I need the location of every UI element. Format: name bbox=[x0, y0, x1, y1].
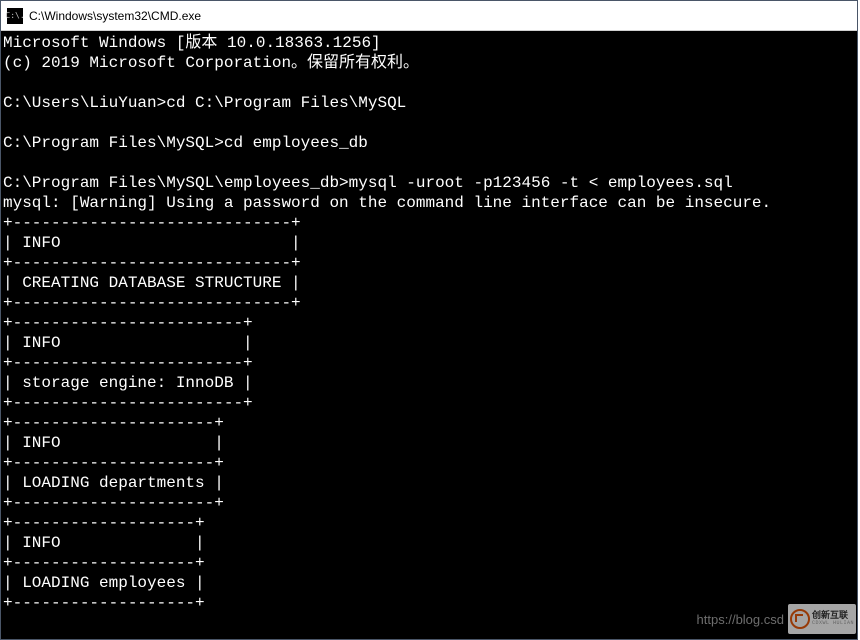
window-title: C:\Windows\system32\CMD.exe bbox=[29, 9, 201, 23]
table3-header: | INFO | bbox=[3, 434, 224, 452]
table2-header: | INFO | bbox=[3, 334, 253, 352]
prompt-3: C:\Program Files\MySQL\employees_db> bbox=[3, 174, 349, 192]
table3-row: | LOADING departments | bbox=[3, 474, 224, 492]
warning-line: mysql: [Warning] Using a password on the… bbox=[3, 194, 771, 212]
table4-border-top: +-------------------+ bbox=[3, 514, 205, 532]
table3-border-bottom: +---------------------+ bbox=[3, 494, 224, 512]
cmd-2: cd employees_db bbox=[224, 134, 368, 152]
table2-row: | storage engine: InnoDB | bbox=[3, 374, 253, 392]
table1-border-bottom: +-----------------------------+ bbox=[3, 294, 301, 312]
table2-border-mid: +------------------------+ bbox=[3, 354, 253, 372]
header-line-1: Microsoft Windows [版本 10.0.18363.1256] bbox=[3, 34, 381, 52]
table2-border-top: +------------------------+ bbox=[3, 314, 253, 332]
table3-border-mid: +---------------------+ bbox=[3, 454, 224, 472]
watermark: https://blog.csd 创新互联 CDXWL HULIAN bbox=[697, 604, 856, 634]
header-line-2: (c) 2019 Microsoft Corporation。保留所有权利。 bbox=[3, 54, 419, 72]
table1-border-mid: +-----------------------------+ bbox=[3, 254, 301, 272]
table4-border-bottom: +-------------------+ bbox=[3, 594, 205, 612]
table1-border-top: +-----------------------------+ bbox=[3, 214, 301, 232]
watermark-logo: 创新互联 CDXWL HULIAN bbox=[788, 604, 856, 634]
table2-border-bottom: +------------------------+ bbox=[3, 394, 253, 412]
titlebar[interactable]: C:\. C:\Windows\system32\CMD.exe bbox=[1, 1, 857, 31]
logo-circle-icon bbox=[790, 609, 810, 629]
prompt-1: C:\Users\LiuYuan> bbox=[3, 94, 166, 112]
table3-border-top: +---------------------+ bbox=[3, 414, 224, 432]
logo-sub-text: CDXWL HULIAN bbox=[812, 621, 854, 626]
terminal-output[interactable]: Microsoft Windows [版本 10.0.18363.1256] (… bbox=[1, 31, 857, 639]
table4-border-mid: +-------------------+ bbox=[3, 554, 205, 572]
watermark-url: https://blog.csd bbox=[697, 612, 784, 627]
table4-header: | INFO | bbox=[3, 534, 205, 552]
cmd-3: mysql -uroot -p123456 -t < employees.sql bbox=[349, 174, 733, 192]
cmd-window: C:\. C:\Windows\system32\CMD.exe Microso… bbox=[0, 0, 858, 640]
table1-row: | CREATING DATABASE STRUCTURE | bbox=[3, 274, 301, 292]
cmd-icon: C:\. bbox=[7, 8, 23, 24]
prompt-2: C:\Program Files\MySQL> bbox=[3, 134, 224, 152]
table1-header: | INFO | bbox=[3, 234, 301, 252]
table4-row: | LOADING employees | bbox=[3, 574, 205, 592]
cmd-1: cd C:\Program Files\MySQL bbox=[166, 94, 406, 112]
